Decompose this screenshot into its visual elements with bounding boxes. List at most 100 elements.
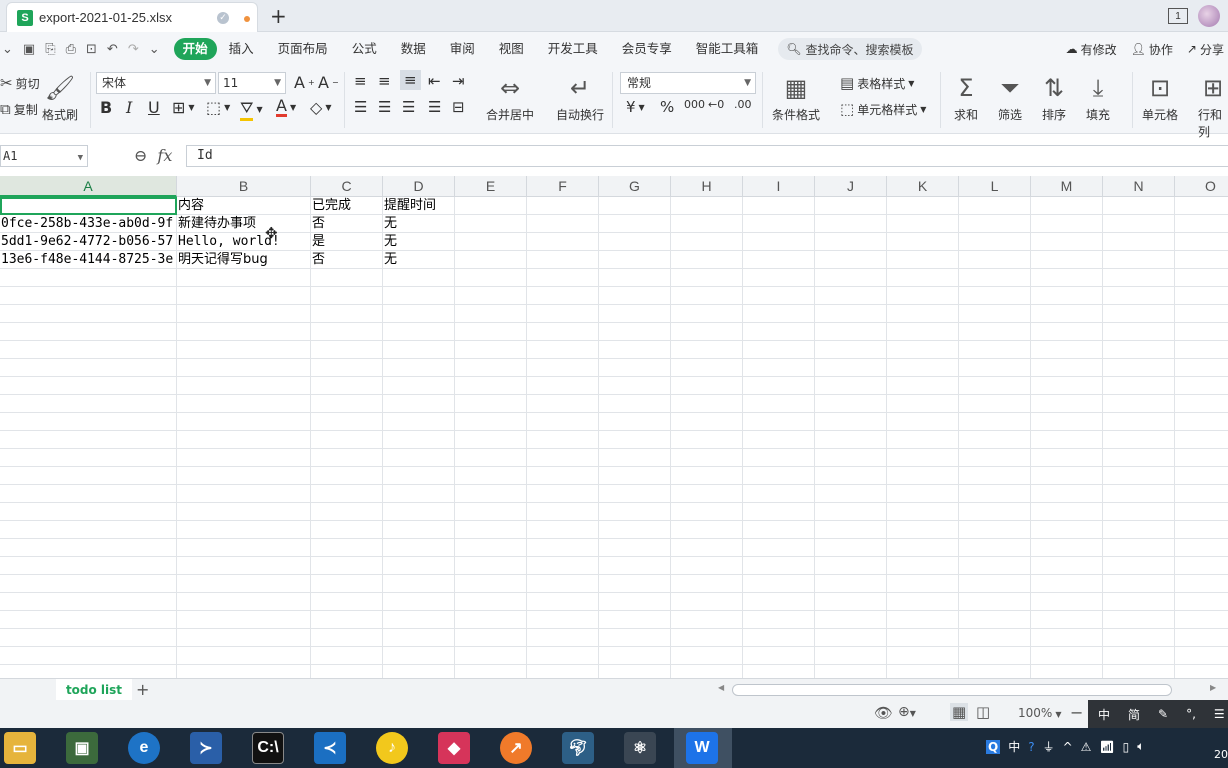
clear-button[interactable]: ◇ ▼	[310, 98, 331, 117]
document-tab[interactable]: S export-2021-01-25.xlsx ✓	[6, 2, 258, 32]
tab-insert[interactable]: 插入	[217, 38, 266, 60]
command-search[interactable]: 🔍︎ 查找命令、搜索模板	[778, 38, 922, 60]
cell-a3[interactable]: 5dd1-9e62-4772-b056-57	[1, 233, 177, 251]
tab-member[interactable]: 会员专享	[610, 38, 684, 60]
save-icon[interactable]: ▣	[23, 42, 35, 57]
undo-icon[interactable]: ↶	[107, 42, 118, 57]
q-app-icon[interactable]: Q	[986, 739, 1001, 754]
cell-b1[interactable]: 内容	[178, 197, 311, 215]
zoom-out-icon[interactable]: −	[1070, 703, 1083, 722]
table-style-button[interactable]: ▤ 表格样式 ▼	[840, 74, 914, 92]
currency-button[interactable]: ¥ ▼	[626, 98, 645, 116]
justify-icon[interactable]: ☰	[428, 98, 441, 116]
reading-mode-icon[interactable]: ⊕▼	[898, 704, 916, 720]
tab-data[interactable]: 数据	[389, 38, 438, 60]
bold-button[interactable]: B	[100, 98, 112, 117]
tray-up-icon[interactable]: ^	[1063, 740, 1073, 754]
postman-icon[interactable]: ↗	[500, 732, 532, 764]
ime-punct-icon[interactable]: °,	[1186, 707, 1196, 721]
decrease-decimal-button[interactable]: .00	[734, 98, 752, 111]
print-preview-icon[interactable]: ⊡	[86, 42, 97, 57]
zoom-level[interactable]: 100% ▼	[1018, 706, 1061, 720]
align-middle-icon[interactable]: ≡	[378, 72, 391, 90]
fill-color-button[interactable]: ⛛ ▼	[240, 98, 263, 121]
cell-a2[interactable]: 0fce-258b-433e-ab0d-9f	[1, 215, 177, 233]
vscode-icon[interactable]: ≺	[314, 732, 346, 764]
cell-b4[interactable]: 明天记得写bug	[178, 251, 311, 269]
column-header-h[interactable]: H	[671, 176, 743, 197]
cell-b2[interactable]: 新建待办事项	[178, 215, 311, 233]
distributed-icon[interactable]: ⊟	[452, 98, 465, 116]
tab-developer[interactable]: 开发工具	[536, 38, 610, 60]
powershell-icon[interactable]: ≻	[190, 732, 222, 764]
clipboard-icon[interactable]: ▯	[1123, 740, 1130, 754]
decrease-indent-icon[interactable]: ⇤	[428, 72, 441, 90]
column-header-o[interactable]: O	[1175, 176, 1228, 197]
music-player-icon[interactable]: ♪	[376, 732, 408, 764]
network-alert-icon[interactable]: ⚠	[1081, 740, 1092, 754]
column-header-l[interactable]: L	[959, 176, 1031, 197]
number-format-select[interactable]: 常规 ▼	[620, 72, 756, 94]
cell-c1[interactable]: 已完成	[312, 197, 383, 215]
collaborate-button[interactable]: 👤︎ 协作	[1131, 41, 1173, 58]
clock[interactable]: 20	[1214, 748, 1228, 761]
format-painter-button[interactable]: 🖌︎ 格式刷	[42, 70, 78, 123]
cell-d1[interactable]: 提醒时间	[384, 197, 455, 215]
cells-button[interactable]: ⊡ 单元格	[1142, 70, 1178, 123]
avatar[interactable]	[1198, 5, 1220, 27]
cell-shading-button[interactable]: ⬚ ▼	[206, 98, 230, 117]
new-tab-button[interactable]: +	[270, 4, 287, 28]
sheet-tab-todo-list[interactable]: todo list	[56, 679, 132, 701]
column-header-m[interactable]: M	[1031, 176, 1103, 197]
export-icon[interactable]: ⎘	[45, 42, 55, 57]
name-box[interactable]: A1 ▼	[0, 145, 88, 167]
window-count-icon[interactable]: 1	[1168, 8, 1188, 24]
selected-cell[interactable]	[0, 197, 177, 215]
tab-formulas[interactable]: 公式	[340, 38, 389, 60]
add-sheet-button[interactable]: +	[136, 680, 149, 699]
ime-simplified[interactable]: 简	[1128, 706, 1140, 723]
align-top-icon[interactable]: ≡	[354, 72, 367, 90]
fill-button[interactable]: ⤓ 填充	[1086, 70, 1110, 123]
spreadsheet-grid[interactable]: ABCDEFGHIJKLMNO 内容 已完成 提醒时间 0fce-258b-433e-…	[0, 176, 1228, 678]
zoom-function-icon[interactable]: ⊖	[134, 146, 147, 165]
column-header-b[interactable]: B	[177, 176, 311, 197]
tab-home[interactable]: 开始	[173, 38, 217, 60]
cell-d2[interactable]: 无	[384, 215, 455, 233]
terminal-icon[interactable]: C:\	[252, 732, 284, 764]
cell-d3[interactable]: 无	[384, 233, 455, 251]
increase-font-button[interactable]: A +	[294, 73, 315, 92]
column-header-c[interactable]: C	[311, 176, 383, 197]
align-center-icon[interactable]: ☰	[378, 98, 391, 116]
column-header-n[interactable]: N	[1103, 176, 1175, 197]
merge-center-button[interactable]: ⇔ 合并居中	[486, 70, 534, 123]
tab-page-layout[interactable]: 页面布局	[266, 38, 340, 60]
tray-lang[interactable]: 中	[1008, 738, 1020, 755]
ime-menu-icon[interactable]: ☰	[1214, 707, 1225, 721]
rows-cols-button[interactable]: ⊞ 行和列	[1198, 70, 1228, 140]
formula-input[interactable]: Id	[186, 145, 1228, 167]
wrap-text-button[interactable]: ↵ 自动换行	[556, 70, 604, 123]
column-header-g[interactable]: G	[599, 176, 671, 197]
edge-browser-icon[interactable]: e	[128, 732, 160, 764]
electron-icon[interactable]: ⚛	[624, 732, 656, 764]
usb-icon[interactable]: ⏚	[1043, 738, 1055, 755]
increase-decimal-button[interactable]: ←0	[708, 98, 724, 111]
customize-chevron-icon[interactable]: ⌄	[149, 42, 160, 57]
ime-skin-icon[interactable]: ✎	[1158, 707, 1168, 721]
sort-button[interactable]: ⇅ 排序	[1042, 70, 1066, 123]
column-header-d[interactable]: D	[383, 176, 455, 197]
redo-icon[interactable]: ↷	[128, 42, 139, 57]
normal-view-icon[interactable]: ▦	[950, 703, 969, 721]
cell-d4[interactable]: 无	[384, 251, 455, 269]
page-view-icon[interactable]: ◫	[976, 703, 990, 721]
print-icon[interactable]: ⎙	[66, 42, 76, 57]
align-left-icon[interactable]: ☰	[354, 98, 367, 116]
increase-indent-icon[interactable]: ⇥	[452, 72, 465, 90]
cell-a4[interactable]: 13e6-f48e-4144-8725-3e	[1, 251, 177, 269]
font-name-select[interactable]: 宋体 ▼	[96, 72, 216, 94]
thousands-button[interactable]: 000	[684, 98, 705, 111]
font-size-select[interactable]: 11 ▼	[218, 72, 286, 94]
modified-button[interactable]: ☁ 有修改	[1066, 41, 1117, 58]
column-header-j[interactable]: J	[815, 176, 887, 197]
